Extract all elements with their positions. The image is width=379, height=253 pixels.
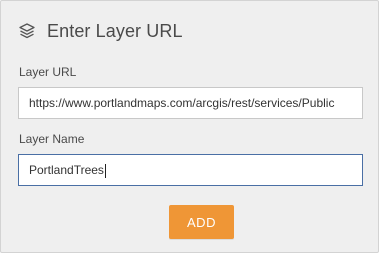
layer-name-input[interactable]: PortlandTrees xyxy=(18,154,363,186)
layers-icon xyxy=(17,21,37,41)
layer-name-label: Layer Name xyxy=(19,132,85,146)
panel-title: Enter Layer URL xyxy=(47,20,183,41)
add-button[interactable]: ADD xyxy=(169,205,234,239)
layer-url-value: https://www.portlandmaps.com/arcgis/rest… xyxy=(29,96,335,110)
add-layer-panel: Enter Layer URL Layer URL https://www.po… xyxy=(0,0,379,253)
layer-url-label: Layer URL xyxy=(19,65,77,79)
layer-url-input[interactable]: https://www.portlandmaps.com/arcgis/rest… xyxy=(18,87,363,119)
layer-name-value: PortlandTrees xyxy=(29,163,104,177)
layer-name-value-wrap: PortlandTrees xyxy=(29,155,352,185)
text-cursor xyxy=(104,163,106,178)
panel-header: Enter Layer URL xyxy=(17,19,183,43)
